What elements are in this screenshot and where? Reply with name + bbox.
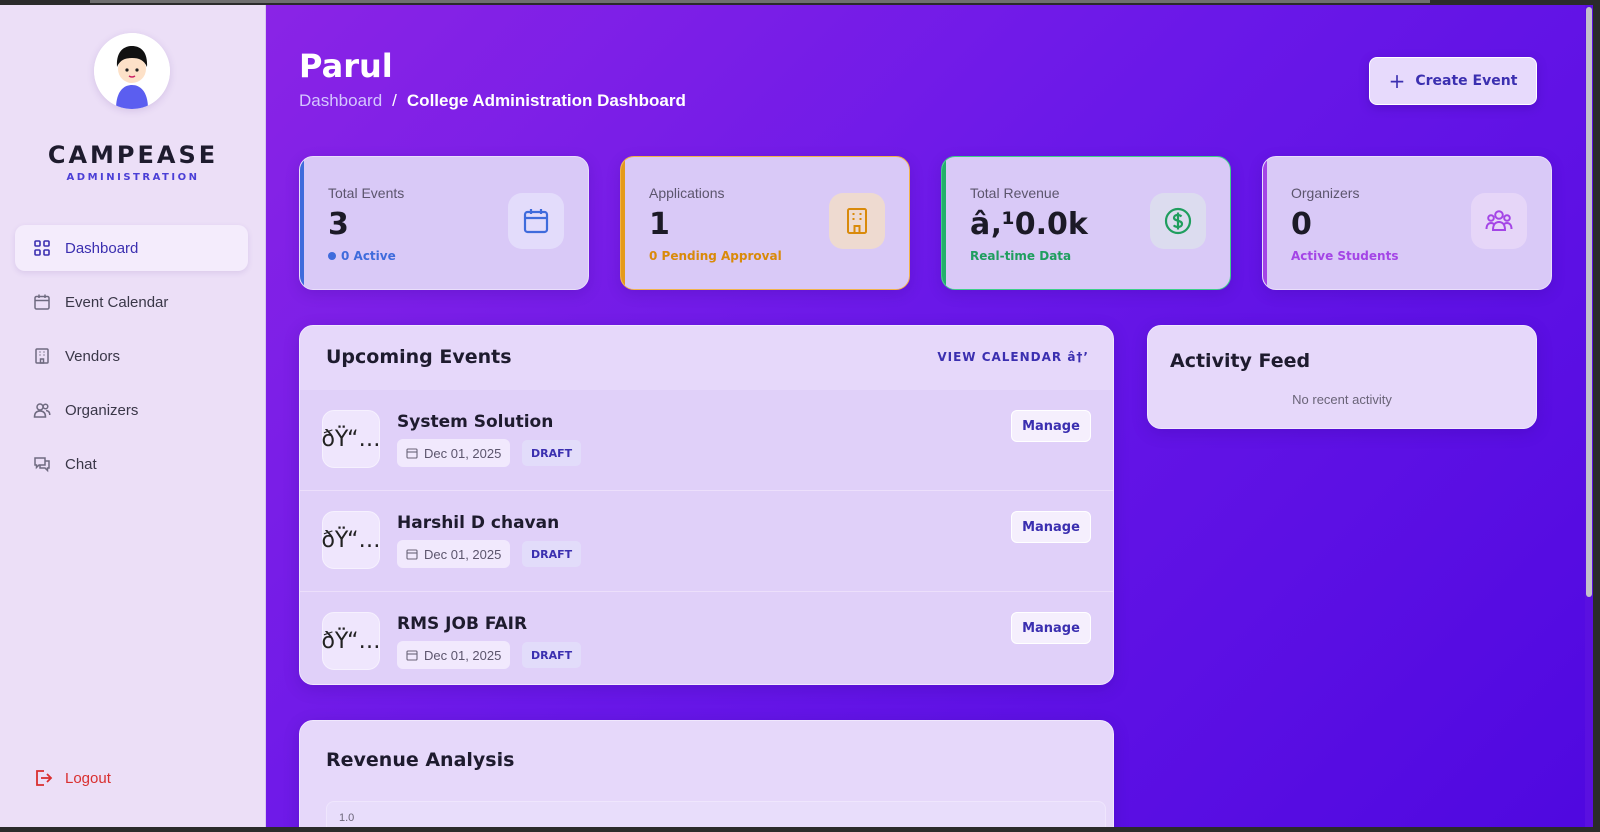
- stat-label: Total Revenue: [970, 185, 1060, 201]
- logout-icon: [36, 770, 53, 786]
- stat-sub: Active Students: [1291, 249, 1399, 263]
- brand-subtitle: ADMINISTRATION: [66, 172, 200, 183]
- stat-label: Organizers: [1291, 185, 1360, 201]
- sidebar-item-label: Event Calendar: [65, 293, 169, 311]
- manage-button[interactable]: Manage: [1011, 612, 1091, 644]
- event-date: Dec 01, 2025: [397, 641, 511, 669]
- event-name: Harshil D chavan: [397, 513, 560, 533]
- breadcrumb-separator: /: [392, 91, 397, 110]
- sidebar-item-organizers[interactable]: Organizers: [15, 387, 248, 433]
- user-avatar-icon: [94, 33, 170, 109]
- page-title: Parul: [299, 47, 393, 85]
- stat-card-total-revenue: Total Revenue â‚¹0.0k Real-time Data: [941, 156, 1231, 290]
- activity-empty-text: No recent activity: [1292, 392, 1392, 407]
- create-event-button[interactable]: + Create Event: [1369, 57, 1537, 105]
- event-thumbnail: ðŸ“…: [321, 612, 381, 670]
- grid-icon: [34, 240, 50, 256]
- scrollbar-thumb[interactable]: [1586, 7, 1592, 597]
- stat-value: 1: [649, 207, 670, 242]
- sidebar-item-label: Organizers: [65, 401, 139, 419]
- calendar-icon: [508, 193, 564, 249]
- manage-button[interactable]: Manage: [1011, 511, 1091, 543]
- sidebar-item-label: Chat: [65, 455, 97, 473]
- sidebar-item-chat[interactable]: Chat: [15, 441, 248, 487]
- avatar[interactable]: [94, 33, 170, 109]
- sidebar-item-dashboard[interactable]: Dashboard: [15, 225, 248, 271]
- sidebar: CAMPEASE ADMINISTRATION Dashboard Event …: [0, 5, 266, 827]
- sidebar-item-event-calendar[interactable]: Event Calendar: [15, 279, 248, 325]
- event-row: ðŸ“… System Solution Dec 01, 2025 DRAFT …: [300, 390, 1113, 491]
- active-dot-icon: [328, 252, 336, 260]
- event-list: ðŸ“… System Solution Dec 01, 2025 DRAFT …: [300, 390, 1113, 684]
- building-icon: [35, 348, 49, 364]
- stat-sub: 0 Active: [328, 249, 396, 263]
- status-badge: DRAFT: [522, 642, 582, 668]
- logout-button[interactable]: Logout: [33, 768, 111, 788]
- dollar-icon: [1150, 193, 1206, 249]
- app-window: CAMPEASE ADMINISTRATION Dashboard Event …: [0, 5, 1593, 827]
- event-thumbnail: ðŸ“…: [321, 410, 381, 468]
- stat-value: â‚¹0.0k: [970, 207, 1088, 242]
- users-icon: [1471, 193, 1527, 249]
- event-row: ðŸ“… Harshil D chavan Dec 01, 2025 DRAFT…: [300, 491, 1113, 592]
- activity-feed-title: Activity Feed: [1170, 350, 1311, 372]
- event-date: Dec 01, 2025: [397, 540, 511, 568]
- calendar-icon: [406, 448, 418, 459]
- sidebar-item-label: Vendors: [65, 347, 121, 365]
- stat-card-applications: Applications 1 0 Pending Approval: [620, 156, 910, 290]
- building-icon: [829, 193, 885, 249]
- event-thumbnail: ðŸ“…: [321, 511, 381, 569]
- activity-feed-panel: Activity Feed No recent activity: [1147, 325, 1537, 429]
- event-name: RMS JOB FAIR: [397, 614, 528, 634]
- stat-value: 0: [1291, 207, 1312, 242]
- calendar-icon: [406, 650, 418, 661]
- revenue-analysis-title: Revenue Analysis: [326, 749, 515, 771]
- manage-button[interactable]: Manage: [1011, 410, 1091, 442]
- brand-name: CAMPEASE: [47, 141, 219, 169]
- upcoming-events-title: Upcoming Events: [326, 346, 512, 368]
- sidebar-item-label: Dashboard: [65, 239, 139, 257]
- plus-icon: +: [1388, 69, 1406, 93]
- stat-sub-text: 0 Active: [341, 249, 396, 263]
- stat-label: Applications: [649, 185, 725, 201]
- event-date-text: Dec 01, 2025: [424, 647, 502, 663]
- event-row: ðŸ“… RMS JOB FAIR Dec 01, 2025 DRAFT Man…: [300, 592, 1113, 684]
- stat-card-total-events: Total Events 3 0 Active: [299, 156, 589, 290]
- event-date-text: Dec 01, 2025: [424, 546, 502, 562]
- revenue-chart: 1.0: [326, 801, 1106, 827]
- event-date-text: Dec 01, 2025: [424, 445, 502, 461]
- window-top-bar: [90, 0, 1430, 3]
- upcoming-events-panel: Upcoming Events VIEW CALENDAR â†’ ðŸ“… S…: [299, 325, 1114, 685]
- stat-sub: 0 Pending Approval: [649, 249, 782, 263]
- event-name: System Solution: [397, 412, 554, 432]
- sidebar-nav: Dashboard Event Calendar Vendors Organiz…: [15, 225, 248, 495]
- main-content: Parul Dashboard / College Administration…: [266, 5, 1593, 827]
- logout-label: Logout: [65, 769, 111, 787]
- sidebar-item-vendors[interactable]: Vendors: [15, 333, 248, 379]
- view-calendar-link[interactable]: VIEW CALENDAR â†’: [937, 350, 1089, 364]
- stat-label: Total Events: [328, 185, 405, 201]
- calendar-icon: [406, 549, 418, 560]
- status-badge: DRAFT: [522, 541, 582, 567]
- stat-card-organizers: Organizers 0 Active Students: [1262, 156, 1552, 290]
- event-date: Dec 01, 2025: [397, 439, 511, 467]
- calendar-icon: [34, 294, 50, 310]
- stat-sub: Real-time Data: [970, 249, 1072, 263]
- revenue-analysis-panel: Revenue Analysis 1.0: [299, 720, 1114, 827]
- breadcrumb-current: College Administration Dashboard: [406, 91, 686, 110]
- stat-value: 3: [328, 207, 349, 242]
- breadcrumb-dashboard[interactable]: Dashboard: [299, 91, 382, 111]
- scrollbar[interactable]: [1585, 5, 1593, 827]
- create-event-label: Create Event: [1415, 73, 1518, 89]
- status-badge: DRAFT: [522, 440, 582, 466]
- chat-icon: [34, 457, 50, 473]
- breadcrumb: Dashboard / College Administration Dashb…: [299, 91, 686, 111]
- users-icon: [33, 403, 51, 418]
- y-axis-tick: 1.0: [339, 812, 355, 824]
